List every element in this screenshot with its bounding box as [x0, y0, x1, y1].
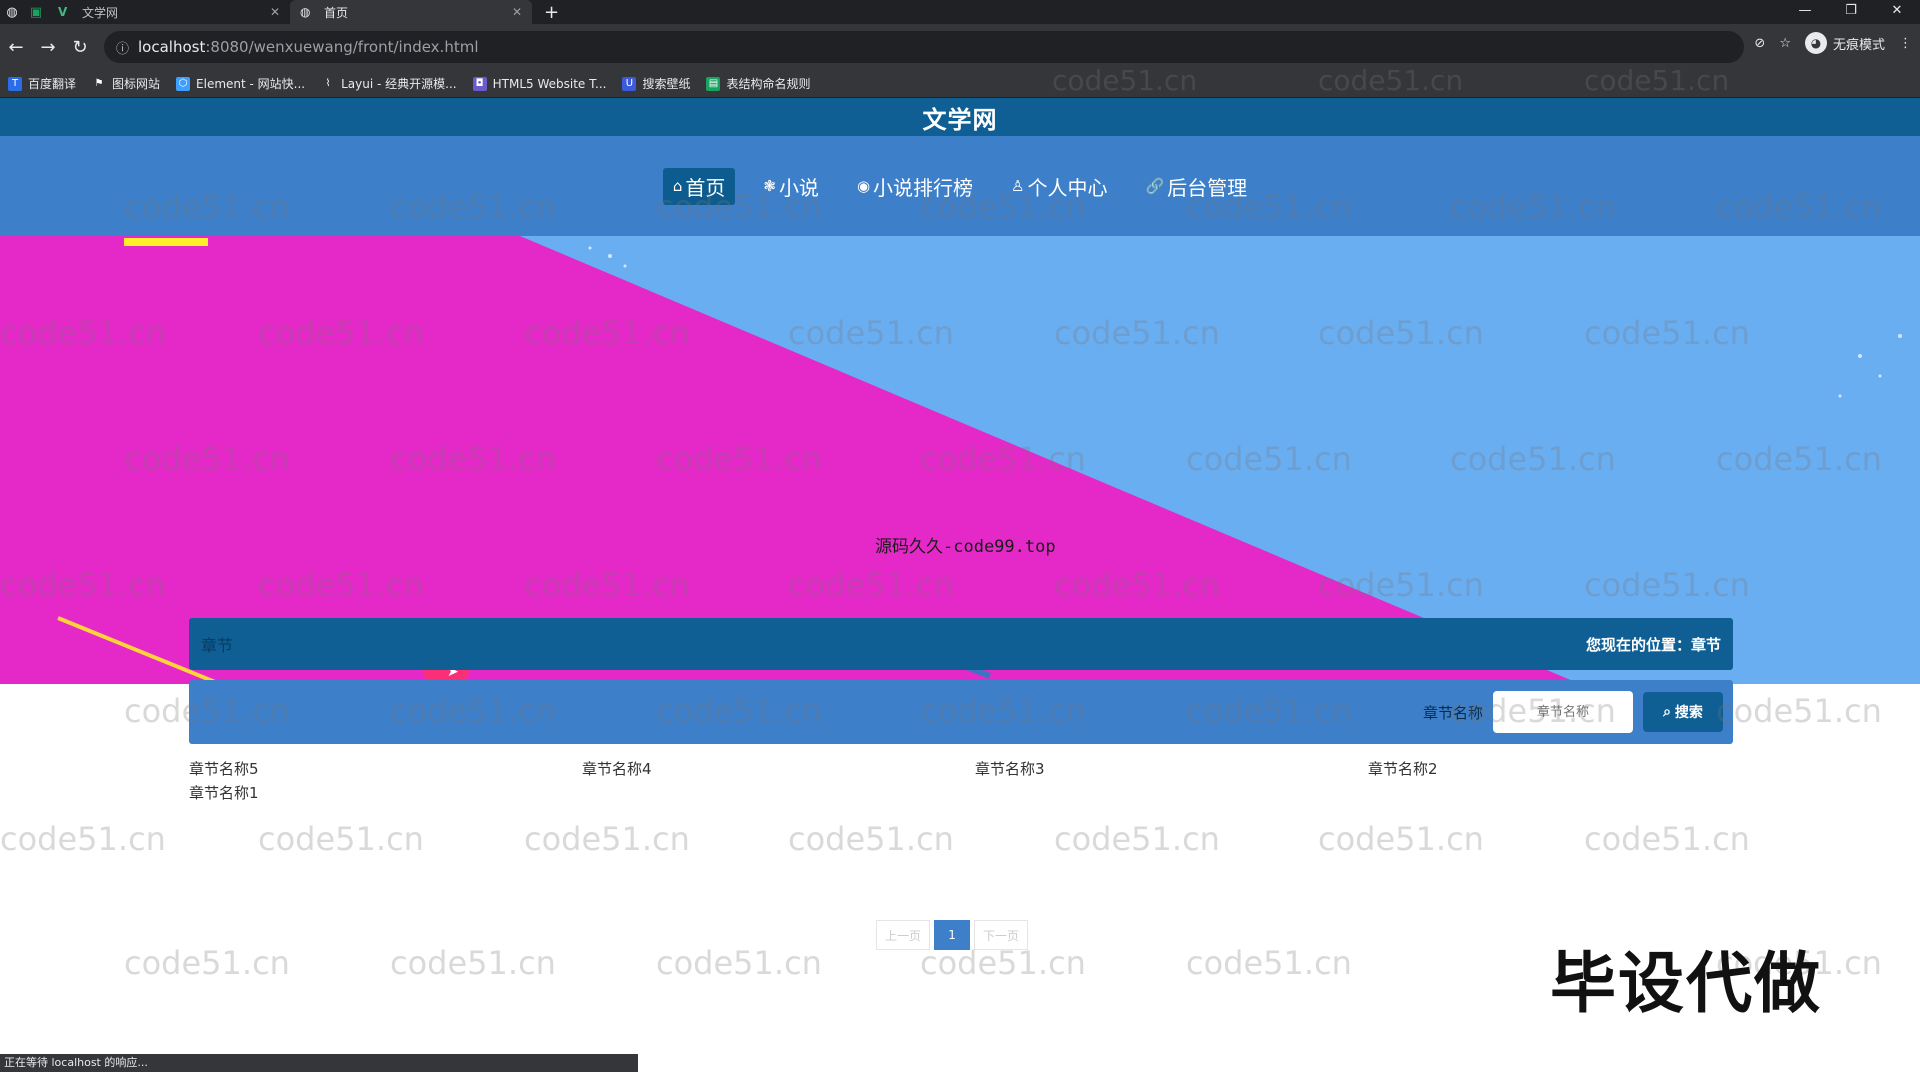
status-bubble: 正在等待 localhost 的响应...: [0, 1054, 638, 1072]
bookmark-label: HTML5 Website T...: [492, 76, 607, 91]
close-icon[interactable]: ✕: [270, 5, 280, 19]
nav-label: 后台管理: [1167, 175, 1248, 200]
location-text: 您现在的位置：章节: [1585, 635, 1721, 654]
bookmark-label: 百度翻译: [28, 77, 77, 91]
user-icon: ♙: [1011, 177, 1025, 195]
bookmark-item[interactable]: T 百度翻译: [8, 75, 76, 92]
star-icon[interactable]: ☆: [1779, 36, 1791, 51]
flower-icon: ❃: [763, 177, 776, 195]
list-item[interactable]: 章节名称1: [189, 782, 582, 802]
minimize-icon[interactable]: —: [1782, 0, 1828, 24]
incognito-icon: ◕: [1804, 32, 1827, 54]
chapter-list: 章节名称5 章节名称4 章节名称3 章节名称2 章节名称1: [189, 758, 1733, 802]
address-bar[interactable]: ⓘ localhost:8080/wenxuewang/front/index.…: [104, 31, 1744, 63]
bookmark-item[interactable]: ⚑ 图标网站: [92, 75, 161, 92]
bookmark-item[interactable]: ▤ 表结构命名规则: [706, 75, 810, 92]
site-header: 文学网: [0, 98, 1920, 136]
element-icon: ⬡: [176, 76, 191, 91]
url-host: localhost: [138, 38, 206, 56]
browser-toolbar: ← → ↻ ⓘ localhost:8080/wenxuewang/front/…: [0, 24, 1920, 70]
bookmark-label: Layui - 经典开源模...: [341, 77, 457, 91]
search-button[interactable]: ⌕ 搜索: [1643, 692, 1723, 732]
nav-admin[interactable]: 🔗 后台管理: [1135, 168, 1257, 205]
wallpaper-icon: U: [622, 76, 637, 91]
globe-icon: ◍: [300, 5, 311, 19]
tab-home[interactable]: ◍ 首页 ✕: [290, 0, 532, 24]
search-button-label: 搜索: [1674, 705, 1703, 721]
eye-off-icon[interactable]: ⊘: [1754, 36, 1765, 51]
list-item[interactable]: 章节名称5: [189, 758, 582, 778]
nav-profile[interactable]: ♙ 个人中心: [1001, 168, 1117, 205]
new-tab-button[interactable]: +: [544, 2, 559, 23]
back-icon[interactable]: ←: [0, 37, 32, 58]
close-icon[interactable]: ✕: [512, 5, 522, 19]
bookmark-label: 图标网站: [112, 77, 161, 91]
search-label: 章节名称: [1422, 703, 1483, 722]
bookmarks-bar: T 百度翻译 ⚑ 图标网站 ⬡ Element - 网站快... ⌇ Layui - 经…: [0, 70, 1920, 98]
incognito-label: 无痕模式: [1832, 37, 1885, 53]
nav-label: 小说排行榜: [873, 175, 974, 200]
bookmark-label: 搜索壁纸: [642, 77, 691, 91]
more-menu-icon[interactable]: ⋮: [1899, 36, 1912, 51]
window-controls: — ❐ ✕: [1782, 0, 1920, 24]
url-path: :8080/wenxuewang/front/index.html: [205, 38, 479, 56]
flag-icon: ⚑: [94, 77, 104, 89]
pinned-tab-icon[interactable]: ▣: [24, 0, 48, 24]
bookmark-item[interactable]: ⬡ Element - 网站快...: [176, 75, 305, 92]
close-window-icon[interactable]: ✕: [1874, 0, 1920, 24]
nav-ranking[interactable]: ◉ 小说排行榜: [847, 168, 983, 205]
section-title: 章节: [201, 636, 234, 655]
next-page-button[interactable]: 下一页: [974, 920, 1029, 950]
forward-icon[interactable]: →: [32, 37, 64, 58]
home-icon: ⌂: [672, 177, 683, 195]
tab-title: 首页: [324, 5, 349, 20]
incognito-profile[interactable]: ◕ 无痕模式: [1804, 32, 1885, 54]
page-number-button[interactable]: 1: [934, 920, 971, 950]
vue-icon: V: [58, 5, 68, 19]
nav-label: 小说: [778, 175, 819, 200]
browser-tab-strip: ◍ ▣ V 文学网 ✕ ◍ 首页 ✕ + — ❐ ✕: [0, 0, 1920, 24]
html5-icon: ◘: [472, 76, 487, 91]
toolbar-right: ⊘ ☆ ◕ 无痕模式 ⋮: [1754, 32, 1912, 54]
nav-novels[interactable]: ❃ 小说: [753, 168, 829, 205]
tab-title: 文学网: [82, 5, 119, 20]
nav-home[interactable]: ⌂ 首页: [662, 167, 736, 205]
browser-menu-icon[interactable]: ◍: [0, 0, 24, 24]
translate-icon: T: [8, 76, 22, 91]
bookmark-label: Element - 网站快...: [196, 77, 306, 91]
search-icon: ⌕: [1663, 704, 1671, 720]
tab-wenxuewang[interactable]: V 文学网 ✕: [48, 0, 290, 24]
corner-watermark: 毕设代做: [1550, 945, 1822, 1022]
bookmark-item[interactable]: U 搜索壁纸: [622, 75, 690, 92]
reload-icon[interactable]: ↻: [64, 37, 96, 58]
link-icon: 🔗: [1145, 177, 1165, 195]
nav-label: 个人中心: [1027, 175, 1108, 200]
pagination: 上一页 1 下一页: [876, 920, 1029, 950]
list-item[interactable]: 章节名称2: [1368, 758, 1761, 778]
sheet-icon: ▤: [706, 76, 721, 91]
search-input[interactable]: [1493, 691, 1633, 733]
layui-icon: ⌇: [325, 77, 331, 89]
nav-label: 首页: [685, 175, 726, 200]
banner-image: [0, 236, 1920, 684]
search-bar: 章节名称 ⌕ 搜索: [189, 680, 1733, 744]
globe-icon: ◉: [856, 177, 871, 195]
banner-carousel[interactable]: 源码久久-code99.top ➤: [0, 236, 1920, 684]
bookmark-item[interactable]: ⌇ Layui - 经典开源模...: [321, 75, 457, 92]
bookmark-item[interactable]: ◘ HTML5 Website T...: [472, 76, 607, 91]
bookmark-label: 表结构命名规则: [726, 77, 811, 91]
breadcrumb: 章节 您现在的位置：章节: [189, 618, 1733, 670]
prev-page-button[interactable]: 上一页: [876, 920, 931, 950]
list-item[interactable]: 章节名称3: [975, 758, 1368, 778]
banner-caption: 源码久久-code99.top: [875, 537, 1056, 557]
main-nav: ⌂ 首页 ❃ 小说 ◉ 小说排行榜 ♙ 个人中心 🔗 后台管理: [0, 136, 1920, 236]
info-icon[interactable]: ⓘ: [116, 38, 138, 57]
site-title: 文学网: [922, 105, 998, 134]
list-item[interactable]: 章节名称4: [582, 758, 975, 778]
restore-icon[interactable]: ❐: [1828, 0, 1874, 24]
